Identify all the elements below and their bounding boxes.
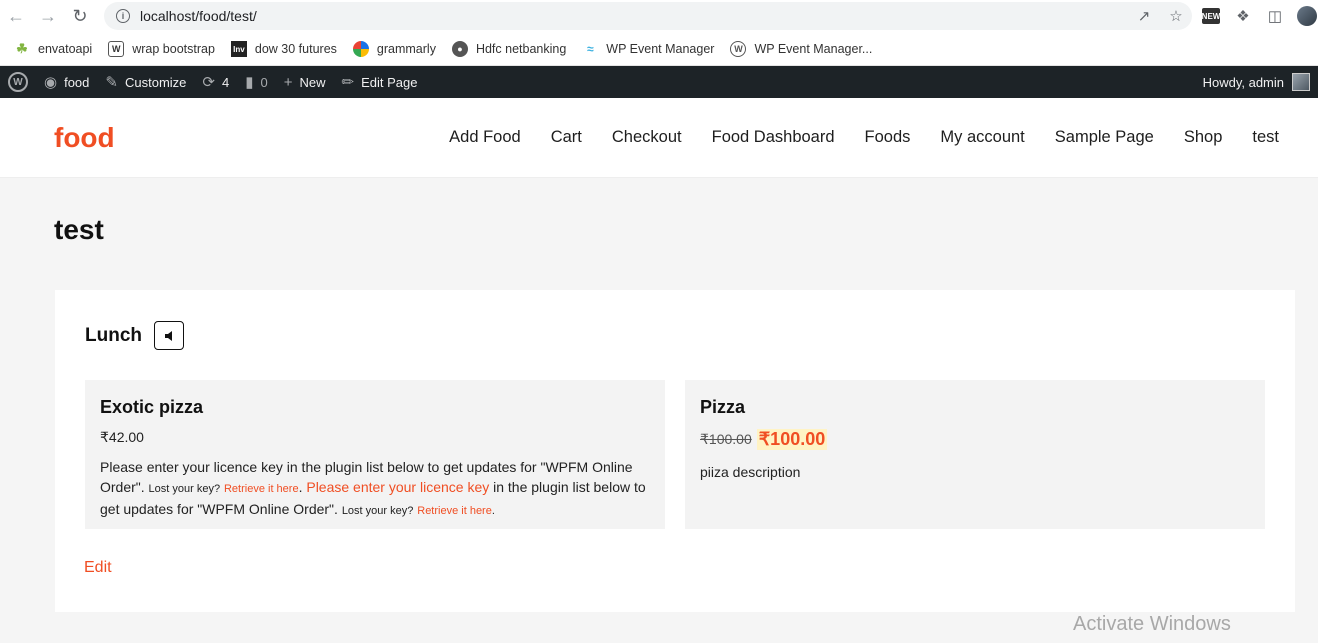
updates-count: 4 [221,74,230,90]
ext-badge: NEW [1202,8,1220,24]
bookmark-envatoapi[interactable]: ☘ envatoapi [14,41,92,57]
comment-icon: ▮ [245,74,254,91]
howdy-label: Howdy, admin [1202,74,1284,90]
lost-key-text-2: Lost your key? [341,505,414,517]
nav-sample-page[interactable]: Sample Page [1055,128,1154,147]
address-row: ← → ↻ i localhost/food/test/ ↗ ☆ NEW ❖ ◫ [0,0,1318,32]
food-item-price-row: ₹100.00 ₹100.00 [700,429,1250,450]
bookmark-label: grammarly [376,42,436,56]
new-label: New [299,74,326,90]
sale-price: ₹100.00 [756,429,828,450]
site-name-label: food [64,74,90,90]
profile-image [1297,6,1317,26]
wordpress-logo-icon: W [8,72,28,92]
bookmark-dow-30-futures[interactable]: Inv dow 30 futures [230,41,337,57]
inv-icon: Inv [230,41,247,57]
bookmark-label: dow 30 futures [254,42,337,56]
bookmarks-bar: ☘ envatoapi Wwrap bootstrap Inv dow 30 fut… [0,32,1318,66]
bookmark-hdfc[interactable]: ● Hdfc netbanking [451,41,567,57]
reload-icon[interactable]: ↻ [64,2,96,30]
nav-checkout[interactable]: Checkout [612,128,682,147]
bookmark-label: envatoapi [38,42,93,56]
updates-icon: ⟳ [202,74,215,91]
activate-windows-watermark: Activate Windows [1073,613,1231,635]
page-title: test [54,214,104,245]
site-title[interactable]: food [54,122,115,154]
bookmark-label: WP Event Manager [606,42,715,56]
extension-new-icon[interactable]: NEW [1200,5,1222,27]
licence-key-link[interactable]: Please enter your licence key [306,479,489,495]
browser-chrome: ← → ↻ i localhost/food/test/ ↗ ☆ NEW ❖ ◫… [0,0,1318,66]
menu-header: Lunch [85,321,184,350]
envato-icon: ☘ [16,41,28,56]
customize-label: Customize [124,74,187,90]
updates-link[interactable]: ⟳ 4 [194,66,237,98]
admin-avatar [1292,73,1310,91]
bookmark-star-icon[interactable]: ☆ [1160,7,1192,25]
share-icon[interactable]: ↗ [1128,7,1160,25]
edit-page-link[interactable]: ✏ Edit Page [334,66,426,98]
speaker-button[interactable] [154,321,184,350]
food-item-price: ₹42.00 [100,429,144,445]
retrieve-key-link[interactable]: Retrieve it here [224,483,299,495]
grammarly-icon [352,41,369,57]
food-item-description: piiza description [700,464,801,480]
nav-food-dashboard[interactable]: Food Dashboard [712,128,835,147]
extensions-puzzle-icon[interactable]: ❖ [1232,5,1254,27]
new-content-menu[interactable]: + New [276,66,334,98]
side-panel-icon[interactable]: ◫ [1264,5,1286,27]
forward-icon[interactable]: → [32,2,64,30]
food-item-name: Exotic pizza [100,397,204,417]
dashboard-icon: ◉ [44,74,58,91]
wp-logo-menu[interactable]: W [0,66,36,98]
bookmark-label: Hdfc netbanking [475,42,567,56]
menu-title: Lunch [85,324,142,346]
primary-nav: Add Food Cart Checkout Food Dashboard Fo… [419,128,1318,147]
bookmark-label: WP Event Manager... [754,42,873,56]
speaker-icon [165,330,172,341]
customize-link[interactable]: ✎ Customize [97,66,194,98]
url-text[interactable]: localhost/food/test/ [140,8,1128,24]
bookmark-label: wrap bootstrap [132,42,215,56]
comments-count: 0 [260,74,268,90]
food-item-name: Pizza [700,397,746,417]
site-info-icon[interactable]: i [116,9,130,23]
nav-foods[interactable]: Foods [865,128,911,147]
my-account-menu[interactable]: Howdy, admin [1203,73,1318,91]
food-menu-card: Lunch Exotic pizza ₹42.00 Please enter y… [55,290,1295,612]
edit-link[interactable]: Edit [84,559,112,577]
site-header: food Add Food Cart Checkout Food Dashboa… [0,98,1318,178]
lost-key-text: Lost your key? [148,483,221,495]
punctuation: . [491,505,495,517]
globe-icon: ● [451,41,468,57]
profile-avatar[interactable] [1296,5,1318,27]
regular-price: ₹100.00 [700,431,752,447]
food-item-description: Please enter your licence key in the plu… [100,457,650,521]
toolbar-icons: NEW ❖ ◫ [1200,5,1318,27]
plus-icon: + [283,73,293,91]
nav-add-food[interactable]: Add Food [449,128,521,147]
w-icon: W [108,41,125,57]
food-item-exotic-pizza[interactable]: Exotic pizza ₹42.00 Please enter your li… [85,380,665,529]
nav-test[interactable]: test [1252,128,1279,147]
retrieve-key-link-2[interactable]: Retrieve it here [417,505,492,517]
wordpress-icon: W [730,41,747,57]
site-name-menu[interactable]: ◉ food [36,66,97,98]
comments-link[interactable]: ▮ 0 [237,66,276,98]
wp-admin-bar: W ◉ food ✎ Customize ⟳ 4 ▮ 0 + New ✏ Edit Page… [0,66,1318,98]
wpem-icon: ≈ [587,42,594,56]
nav-shop[interactable]: Shop [1184,128,1223,147]
bookmark-wp-event-manager-2[interactable]: W WP Event Manager... [730,41,872,57]
food-item-pizza[interactable]: Pizza ₹100.00 ₹100.00 piiza description [685,380,1265,529]
edit-page-label: Edit Page [361,74,418,90]
bookmark-wp-event-manager[interactable]: ≈ WP Event Manager [582,41,714,57]
pencil-icon: ✏ [341,74,355,91]
bookmark-wrap-bootstrap[interactable]: Wwrap bootstrap [108,41,215,57]
bookmark-grammarly[interactable]: grammarly [352,41,436,57]
address-bar[interactable]: i localhost/food/test/ ↗ ☆ [104,2,1192,30]
nav-cart[interactable]: Cart [551,128,582,147]
brush-icon: ✎ [105,74,118,91]
nav-my-account[interactable]: My account [940,128,1024,147]
back-icon[interactable]: ← [0,2,32,30]
